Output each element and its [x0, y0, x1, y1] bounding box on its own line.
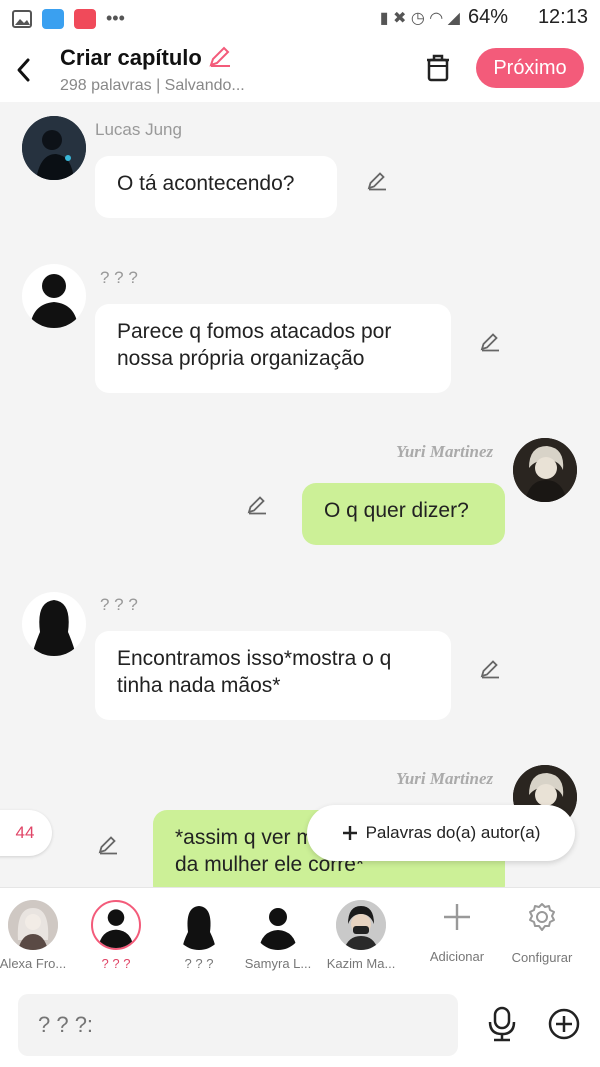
edit-message-icon[interactable]: [479, 330, 501, 352]
avatar: [336, 900, 386, 950]
gear-icon: [529, 903, 555, 931]
character-label: Alexa Fro...: [0, 956, 67, 971]
character-avatar-icon: [22, 116, 86, 180]
character-label: ? ? ?: [184, 956, 214, 971]
word-count-status: 298 palavras | Salvando...: [60, 77, 245, 94]
speaker-name: ? ? ?: [100, 268, 138, 287]
character-avatar-icon: [513, 438, 577, 502]
author-words-label: Palavras do(a) autor(a): [365, 823, 541, 842]
speaker-name: Yuri Martinez: [396, 769, 494, 788]
manga-toon-icon: [74, 8, 96, 29]
avatar: [91, 900, 141, 950]
character-label: Kazim Ma...: [326, 956, 396, 971]
avatar[interactable]: [22, 592, 86, 656]
silhouette-icon: [259, 908, 297, 950]
clock: 12:13: [537, 6, 588, 28]
battery-percent: 64%: [467, 6, 508, 28]
more-notifications-icon: •••: [106, 8, 125, 28]
add-circle-icon[interactable]: [548, 1008, 580, 1040]
character-avatar-icon: [8, 900, 58, 950]
character-item[interactable]: Kazim Ma...: [318, 900, 404, 971]
avatar: [8, 900, 58, 950]
configure-button[interactable]: Configurar: [499, 900, 585, 965]
page-title: Criar capítulo: [60, 44, 232, 71]
add-label: Adicionar: [429, 949, 485, 964]
character-avatar-icon: [336, 900, 386, 950]
trash-icon[interactable]: [425, 54, 451, 82]
avatar[interactable]: [513, 438, 577, 502]
back-arrow-icon[interactable]: [14, 56, 32, 84]
signal-icons: ▮ ✖ ◷ ◠ ◢: [379, 9, 460, 27]
message-bubble[interactable]: Parece q fomos atacados por nossa própri…: [95, 304, 451, 393]
character-label: Samyra L...: [244, 956, 312, 971]
add-character-button[interactable]: Adicionar: [414, 900, 500, 964]
plus-icon: [444, 904, 470, 930]
edit-message-icon[interactable]: [366, 169, 388, 191]
avatar: [253, 900, 303, 950]
configure-label: Configurar: [511, 950, 573, 965]
status-bar: ••• ▮ ✖ ◷ ◠ ◢ 64% 12:13: [0, 0, 600, 36]
speaker-name: Yuri Martinez: [396, 442, 494, 461]
microphone-icon[interactable]: [487, 1006, 517, 1042]
character-selector: Alexa Fro... ? ? ? ? ? ? Samyra L... Kaz…: [0, 887, 600, 983]
character-item[interactable]: Alexa Fro...: [0, 900, 76, 971]
avatar[interactable]: [22, 264, 86, 328]
silhouette-female-icon: [182, 906, 216, 950]
character-item[interactable]: ? ? ?: [156, 900, 242, 971]
silhouette-icon: [98, 909, 134, 948]
character-item-selected[interactable]: ? ? ?: [73, 900, 159, 971]
word-counter-badge[interactable]: 44: [0, 810, 52, 856]
silhouette-female-icon: [32, 600, 76, 656]
speaker-name: ? ? ?: [100, 595, 138, 614]
message-input[interactable]: [18, 994, 458, 1056]
speaker-name: Lucas Jung: [95, 120, 182, 139]
edit-message-icon[interactable]: [479, 657, 501, 679]
edit-message-icon[interactable]: [97, 833, 119, 855]
novel-toon-icon: [42, 8, 64, 29]
character-item[interactable]: Samyra L...: [235, 900, 321, 971]
edit-message-icon[interactable]: [246, 493, 268, 515]
author-words-button[interactable]: Palavras do(a) autor(a): [307, 805, 575, 861]
character-label: ? ? ?: [101, 956, 131, 971]
gallery-icon: [12, 9, 32, 28]
message-bubble[interactable]: O q quer dizer?: [302, 483, 505, 545]
message-composer: [0, 982, 600, 1067]
silhouette-icon: [30, 274, 78, 328]
chat-area[interactable]: Lucas Jung O tá acontecendo? ? ? ? Parec…: [0, 102, 600, 887]
message-bubble[interactable]: O tá acontecendo?: [95, 156, 337, 218]
header: Criar capítulo 298 palavras | Salvando..…: [0, 36, 600, 102]
plus-icon: [342, 826, 357, 840]
avatar[interactable]: [22, 116, 86, 180]
avatar: [174, 900, 224, 950]
edit-title-icon[interactable]: [208, 44, 232, 68]
message-bubble[interactable]: Encontramos isso*mostra o q tinha nada m…: [95, 631, 451, 720]
next-button[interactable]: Próximo: [476, 48, 584, 88]
